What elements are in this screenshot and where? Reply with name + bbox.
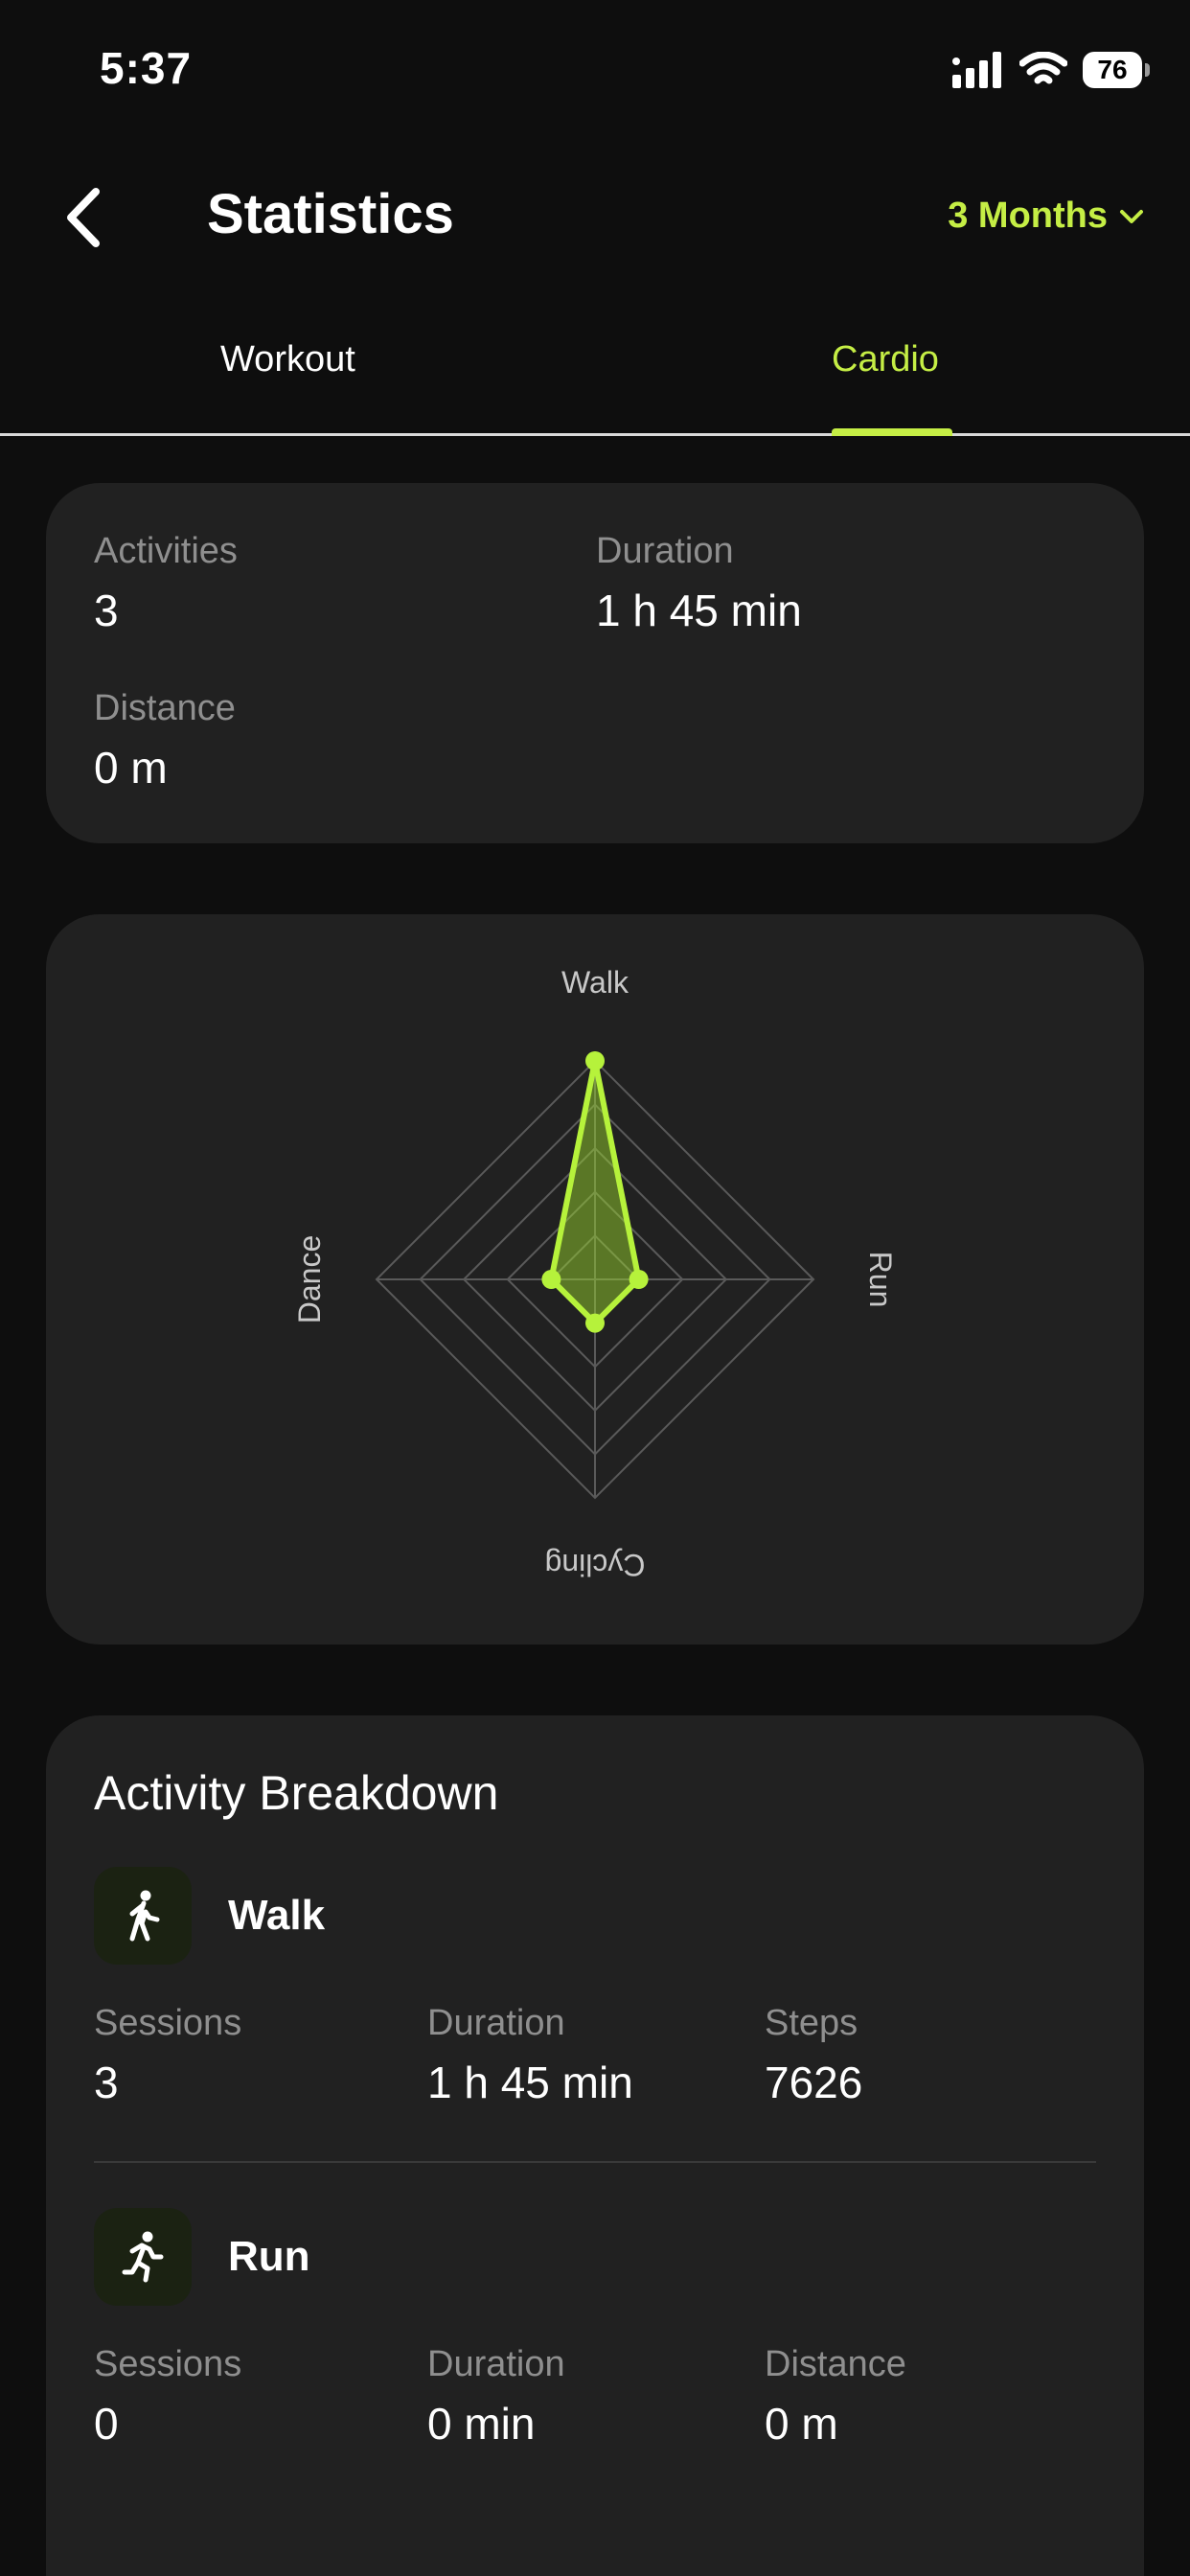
activity-breakdown-card: Activity Breakdown Walk Sessions 3 Durat… — [46, 1715, 1144, 2576]
run-activity-icon-tile — [94, 2208, 192, 2306]
page-title: Statistics — [207, 183, 454, 245]
walk-duration-label: Duration — [427, 2003, 565, 2043]
run-duration-value: 0 min — [427, 2399, 536, 2449]
tab-divider — [0, 433, 1190, 436]
tab-cardio[interactable]: Cardio — [832, 339, 939, 380]
walk-activity-icon-tile — [94, 1867, 192, 1965]
walking-person-icon — [129, 1890, 160, 1942]
activities-value: 3 — [94, 586, 119, 635]
running-person-icon — [122, 2231, 164, 2283]
walk-steps-label: Steps — [765, 2003, 858, 2043]
walk-duration-value: 1 h 45 min — [427, 2058, 633, 2107]
radar-point-cycling — [585, 1313, 605, 1333]
radar-axis-label-cycling: Cycling — [545, 1548, 646, 1582]
tab-workout[interactable]: Workout — [220, 339, 355, 380]
breakdown-title: Activity Breakdown — [94, 1766, 499, 1820]
radar-point-run — [629, 1270, 649, 1289]
distance-value: 0 m — [94, 743, 168, 793]
duration-value: 1 h 45 min — [596, 586, 802, 635]
radar-data-polygon — [548, 1058, 642, 1326]
activity-name-walk: Walk — [228, 1892, 326, 1939]
run-distance-value: 0 m — [765, 2399, 838, 2449]
activities-label: Activities — [94, 531, 238, 571]
walk-sessions-label: Sessions — [94, 2003, 242, 2043]
breakdown-divider — [94, 2161, 1096, 2163]
activity-name-run: Run — [228, 2233, 310, 2280]
cellular-signal-icon — [952, 52, 1001, 88]
distance-label: Distance — [94, 688, 236, 728]
radar-chart: Walk Run Cycling Dance — [292, 965, 898, 1582]
run-sessions-value: 0 — [94, 2399, 119, 2449]
radar-axis-label-run: Run — [863, 1252, 898, 1308]
duration-label: Duration — [596, 531, 734, 571]
radar-chart-card: Walk Run Cycling Dance — [46, 914, 1144, 1644]
battery-level: 76 — [1097, 55, 1128, 84]
summary-card: Activities 3 Duration 1 h 45 min Distanc… — [46, 483, 1144, 843]
status-icons: 76 — [952, 48, 1150, 92]
run-sessions-label: Sessions — [94, 2344, 242, 2384]
back-button[interactable] — [59, 182, 107, 253]
status-time: 5:37 — [100, 43, 193, 93]
walk-sessions-value: 3 — [94, 2058, 119, 2107]
chevron-left-icon — [67, 188, 100, 247]
battery-indicator: 76 — [1083, 52, 1150, 88]
chevron-down-icon — [1120, 209, 1143, 223]
radar-axis-label-walk: Walk — [561, 965, 629, 1000]
radar-axis-label-dance: Dance — [292, 1235, 327, 1324]
run-distance-label: Distance — [765, 2344, 906, 2384]
walk-steps-value: 7626 — [765, 2058, 863, 2107]
wifi-icon — [1019, 52, 1067, 84]
radar-point-walk — [585, 1051, 605, 1070]
range-selector[interactable]: 3 Months — [948, 196, 1144, 237]
run-duration-label: Duration — [427, 2344, 565, 2384]
radar-point-dance — [541, 1270, 561, 1289]
range-label: 3 Months — [948, 196, 1108, 236]
tab-active-indicator — [832, 428, 952, 436]
